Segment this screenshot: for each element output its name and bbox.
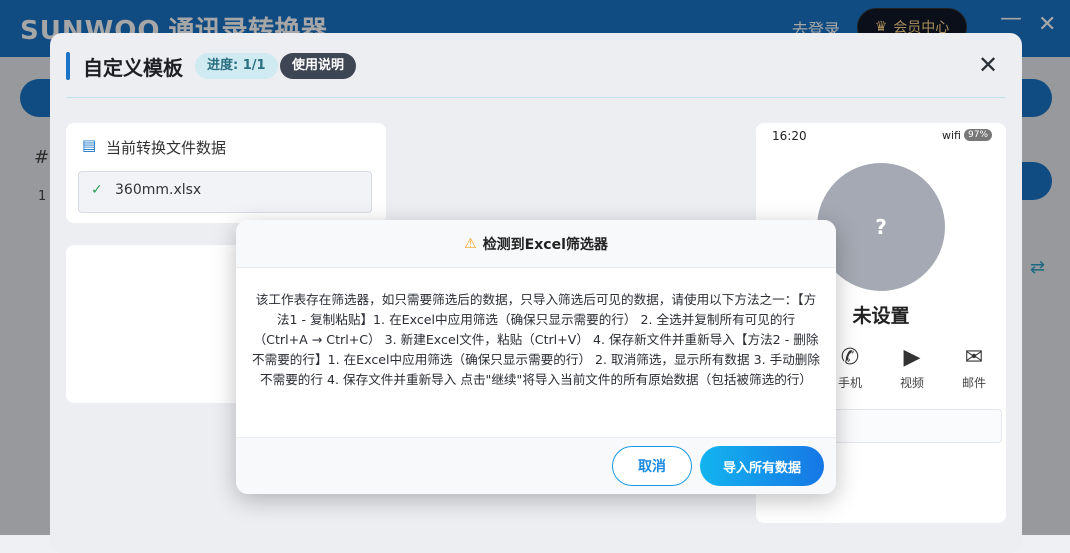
battery-icon: 97% <box>964 129 993 141</box>
mail-icon: ✉ <box>964 345 984 370</box>
current-file-card: ▤ 当前转换文件数据 ✓ 360mm.xlsx <box>66 123 386 223</box>
file-item[interactable]: ✓ 360mm.xlsx <box>78 171 372 213</box>
avatar: ? <box>817 163 945 291</box>
progress-badge: 进度: 1/1 <box>195 53 278 79</box>
alert-header: ⚠ 检测到Excel筛选器 <box>236 220 836 268</box>
status-time: 16:20 <box>772 129 807 143</box>
warning-icon: ⚠ <box>464 235 477 252</box>
cancel-button[interactable]: 取消 <box>612 446 692 486</box>
title-accent-bar <box>66 52 70 80</box>
excel-filter-alert: ⚠ 检测到Excel筛选器 该工作表存在筛选器，如只需要筛选后的数据，只导入筛选… <box>236 220 836 494</box>
video-icon: ▶ <box>903 345 921 370</box>
wifi-icon: wifi <box>942 129 961 142</box>
alert-title: 检测到Excel筛选器 <box>482 236 608 253</box>
modal-close-icon[interactable]: ✕ <box>978 51 998 79</box>
file-section-title: 当前转换文件数据 <box>106 139 227 157</box>
modal-header: 自定义模板 进度: 1/1 使用说明 ✕ <box>50 33 1022 97</box>
action-video: ▶ 视频 <box>892 345 932 391</box>
file-name: 360mm.xlsx <box>115 182 202 198</box>
modal-title: 自定义模板 <box>83 56 183 80</box>
help-button[interactable]: 使用说明 <box>280 53 357 79</box>
alert-message: 该工作表存在筛选器，如只需要筛选后的数据，只导入筛选后可见的数据，请使用以下方法… <box>252 292 820 387</box>
avatar-placeholder: ? <box>875 215 887 239</box>
action-mail-label: 邮件 <box>961 376 986 390</box>
phone-icon: ✆ <box>840 345 860 370</box>
action-mail: ✉ 邮件 <box>954 345 994 391</box>
document-icon: ▤ <box>82 136 97 154</box>
action-phone: ✆ 手机 <box>830 345 870 391</box>
alert-footer: 取消 导入所有数据 <box>236 437 836 494</box>
header-divider <box>66 97 1006 98</box>
action-video-label: 视频 <box>899 376 924 390</box>
action-phone-label: 手机 <box>837 376 862 390</box>
import-all-button[interactable]: 导入所有数据 <box>700 446 824 486</box>
check-icon: ✓ <box>91 182 103 198</box>
